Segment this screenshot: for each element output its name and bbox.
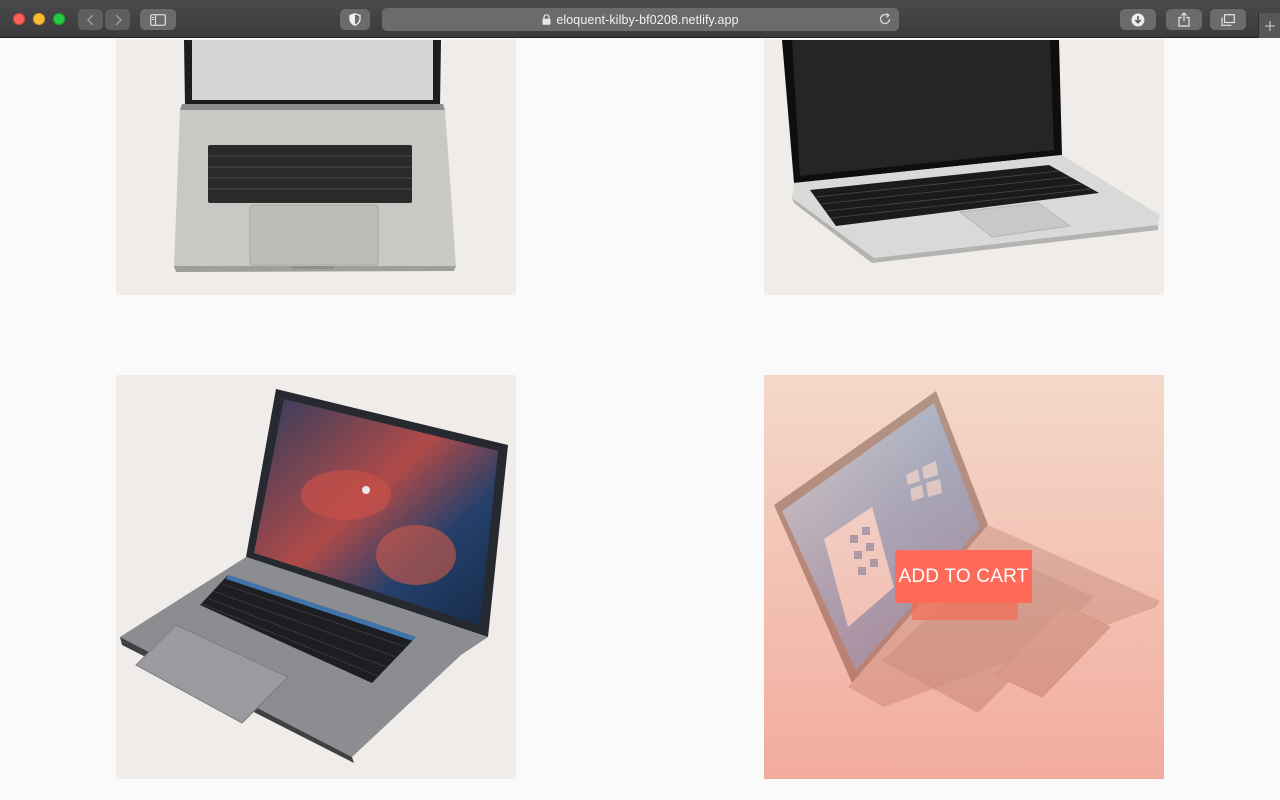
lock-icon	[542, 14, 551, 25]
navigation-buttons	[78, 9, 130, 30]
product-card[interactable]	[116, 375, 516, 779]
shield-icon	[349, 13, 361, 26]
url-text: eloquent-kilby-bf0208.netlify.app	[556, 12, 739, 27]
product-card[interactable]	[764, 39, 1164, 295]
product-card-hovered[interactable]: ADD TO CART	[764, 375, 1164, 779]
fullscreen-window-button[interactable]	[53, 13, 65, 25]
sidebar-toggle-button[interactable]	[140, 9, 176, 30]
tab-overview-button[interactable]	[1210, 9, 1246, 30]
new-tab-button[interactable]	[1258, 13, 1280, 38]
plus-icon	[1264, 20, 1275, 31]
download-icon	[1131, 13, 1145, 26]
downloads-button[interactable]	[1120, 9, 1156, 30]
product-image	[116, 39, 516, 295]
address-bar[interactable]: eloquent-kilby-bf0208.netlify.app	[382, 8, 899, 31]
tabs-icon	[1221, 13, 1235, 26]
browser-toolbar: eloquent-kilby-bf0208.netlify.app	[0, 0, 1280, 38]
close-window-button[interactable]	[13, 13, 25, 25]
forward-icon	[114, 13, 122, 26]
back-button[interactable]	[78, 9, 103, 30]
product-card[interactable]	[116, 39, 516, 295]
sidebar-icon	[150, 13, 166, 26]
product-image	[764, 39, 1164, 295]
share-button[interactable]	[1166, 9, 1202, 30]
minimize-window-button[interactable]	[33, 13, 45, 25]
reload-icon[interactable]	[878, 12, 892, 31]
share-icon	[1178, 12, 1190, 27]
product-image	[116, 375, 516, 779]
back-icon	[86, 13, 94, 26]
product-grid: ADD TO CART	[0, 39, 1280, 800]
add-to-cart-wrapper: ADD TO CART	[895, 550, 1032, 620]
add-to-cart-button[interactable]: ADD TO CART	[895, 550, 1032, 603]
forward-button[interactable]	[105, 9, 130, 30]
privacy-report-button[interactable]	[340, 9, 370, 30]
